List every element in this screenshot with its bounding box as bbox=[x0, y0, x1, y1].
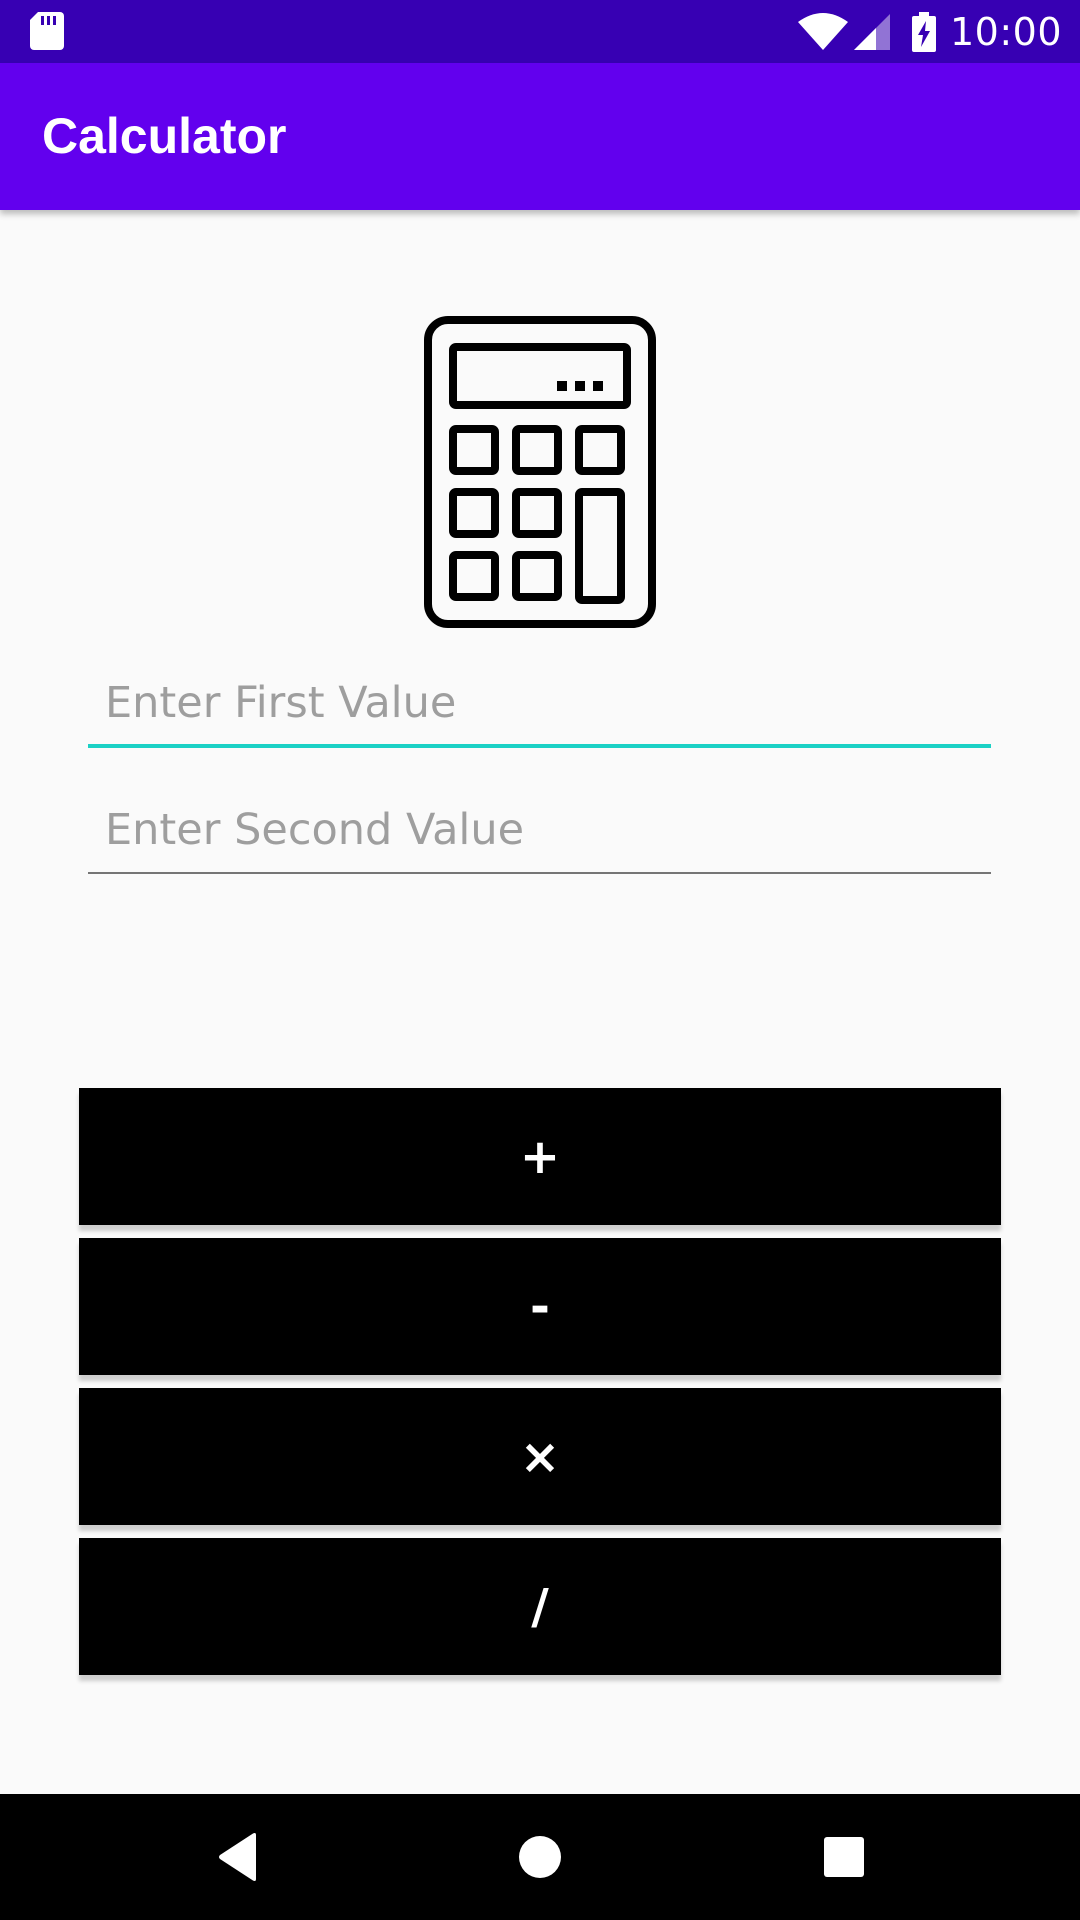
second-value-field[interactable] bbox=[88, 795, 991, 875]
status-time: 10:00 bbox=[949, 9, 1062, 54]
second-value-underline bbox=[88, 872, 991, 874]
home-icon[interactable] bbox=[477, 1794, 603, 1920]
subtract-button[interactable]: - bbox=[79, 1238, 1001, 1375]
recents-icon[interactable] bbox=[781, 1794, 907, 1920]
status-bar: 10:00 bbox=[0, 0, 1080, 63]
back-icon[interactable] bbox=[175, 1794, 301, 1920]
app-bar: Calculator bbox=[0, 63, 1080, 210]
first-value-underline bbox=[88, 744, 991, 748]
add-button[interactable]: + bbox=[79, 1088, 1001, 1225]
second-value-input[interactable] bbox=[88, 795, 991, 865]
calculator-icon bbox=[420, 312, 660, 632]
first-value-input[interactable] bbox=[88, 668, 991, 738]
app-title: Calculator bbox=[42, 108, 287, 164]
navigation-bar bbox=[0, 1794, 1080, 1920]
sd-card-icon bbox=[30, 12, 64, 50]
first-value-field[interactable] bbox=[88, 668, 991, 748]
wifi-icon bbox=[797, 12, 848, 52]
divide-button[interactable]: / bbox=[79, 1538, 1001, 1675]
multiply-button[interactable]: × bbox=[79, 1388, 1001, 1525]
status-icons: 10:00 bbox=[797, 0, 1062, 63]
battery-charging-icon bbox=[911, 11, 936, 52]
signal-icon bbox=[852, 12, 892, 52]
